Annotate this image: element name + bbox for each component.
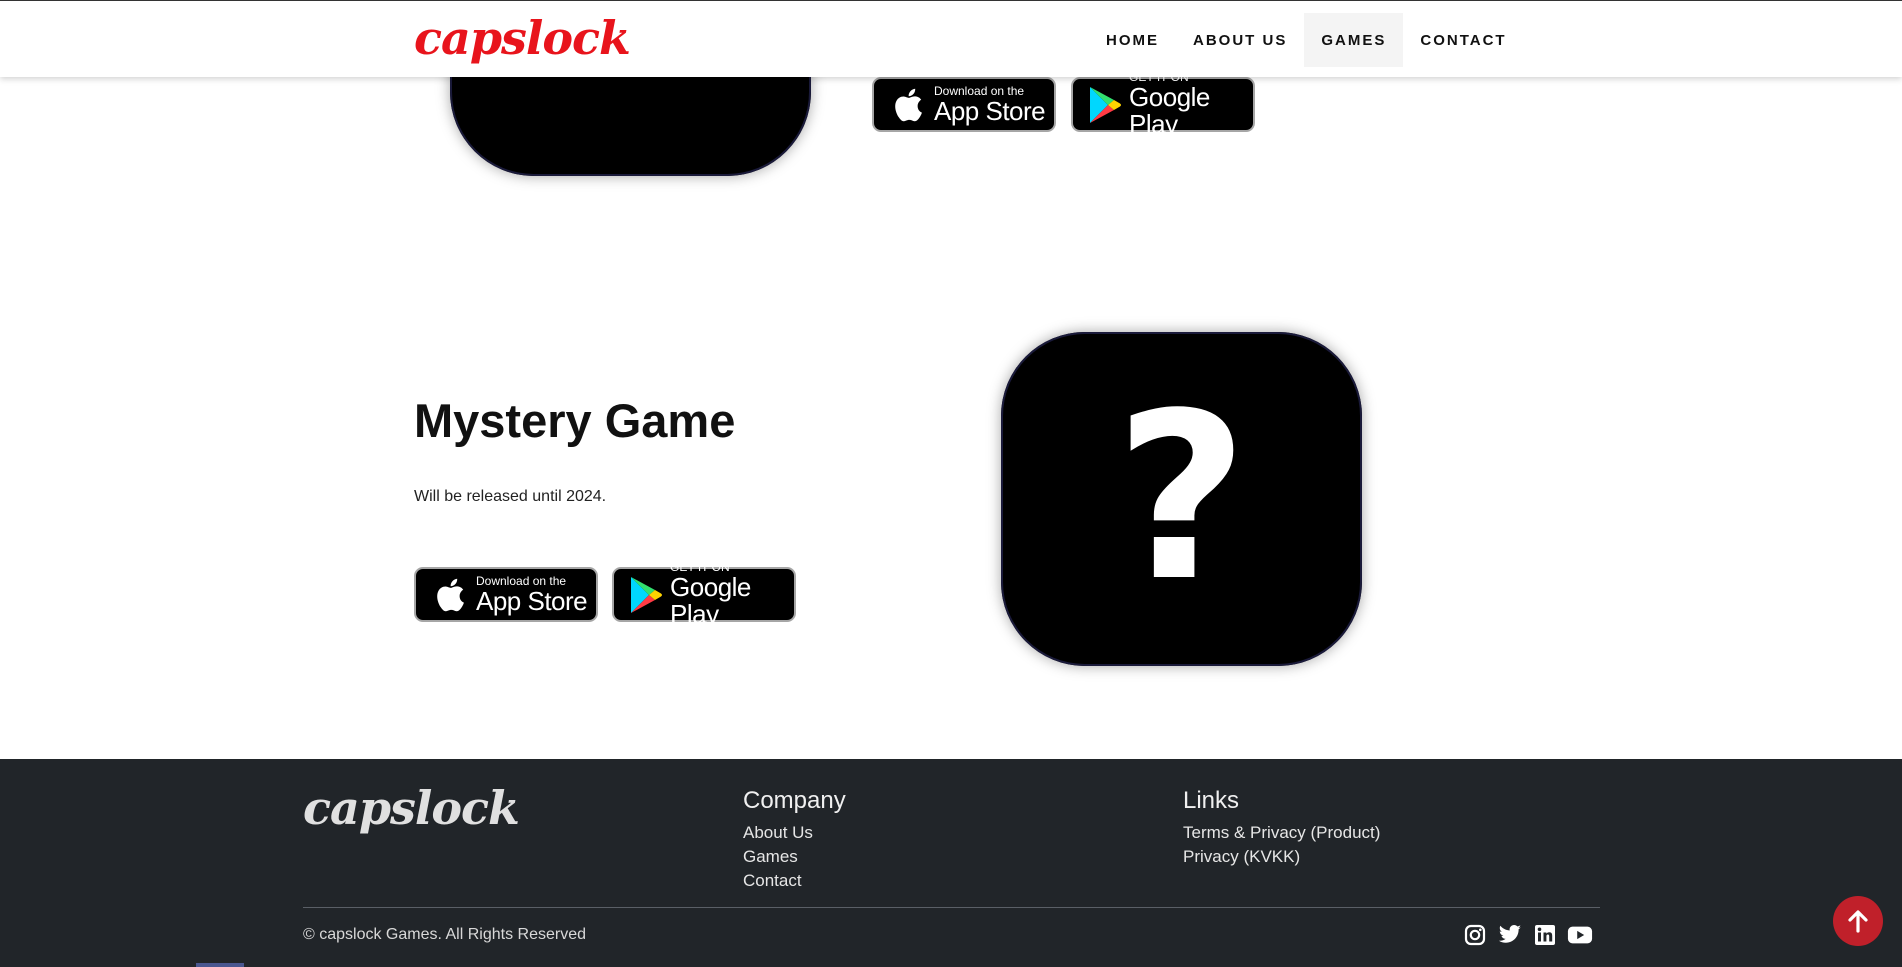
game-description: Will be released until 2024.: [414, 488, 607, 505]
nav-about-us[interactable]: ABOUT US: [1176, 13, 1304, 67]
footer-link-about-us[interactable]: About Us: [743, 821, 846, 845]
appstore-big-label: App Store: [934, 95, 1046, 126]
nav-menu: HOME ABOUT US GAMES CONTACT: [1089, 13, 1524, 67]
twitter-icon[interactable]: [1497, 922, 1523, 948]
arrow-up-icon: [1848, 910, 1868, 933]
youtube-icon[interactable]: [1567, 922, 1593, 948]
googleplay-big-label: Google Play: [1129, 82, 1210, 139]
footer-company-heading: Company: [743, 787, 846, 814]
appstore-big-label: App Store: [476, 585, 588, 616]
nav-games[interactable]: GAMES: [1304, 13, 1404, 67]
linkedin-icon[interactable]: [1532, 922, 1558, 948]
copyright-text: © capslock Games. All Rights Reserved: [303, 926, 587, 943]
scroll-to-top-button[interactable]: [1833, 896, 1883, 946]
footer-logo[interactable]: capslock: [303, 781, 520, 835]
footer-divider: [303, 907, 1600, 908]
footer-link-terms-privacy[interactable]: Terms & Privacy (Product): [1183, 821, 1380, 845]
mystery-game-icon: ?: [1001, 332, 1362, 666]
footer-links-column: Links Terms & Privacy (Product) Privacy …: [1183, 787, 1380, 869]
googleplay-big-label: Google Play: [670, 572, 751, 629]
footer: capslock Company About Us Games Contact …: [0, 759, 1902, 967]
navbar: capslock HOME ABOUT US GAMES CONTACT: [0, 0, 1902, 77]
corner-accent: [196, 963, 244, 967]
question-mark-glyph: ?: [1114, 365, 1249, 632]
nav-contact[interactable]: CONTACT: [1403, 13, 1523, 67]
footer-company-column: Company About Us Games Contact: [743, 787, 846, 893]
footer-link-games[interactable]: Games: [743, 845, 846, 869]
apple-icon: [428, 572, 472, 618]
instagram-icon[interactable]: [1462, 922, 1488, 948]
previous-googleplay-button[interactable]: GET IT ON Google Play: [1071, 71, 1255, 138]
previous-appstore-button[interactable]: Download on the App Store: [872, 77, 1056, 132]
nav-home[interactable]: HOME: [1089, 13, 1176, 67]
brand-logo[interactable]: capslock: [414, 11, 631, 65]
game-title: Mystery Game: [414, 394, 736, 447]
appstore-button[interactable]: Download on the App Store: [414, 567, 598, 622]
social-links: [1462, 922, 1593, 948]
google-play-icon: [626, 572, 666, 618]
footer-link-contact[interactable]: Contact: [743, 869, 846, 893]
footer-links-heading: Links: [1183, 787, 1240, 814]
googleplay-button[interactable]: GET IT ON Google Play: [612, 561, 796, 628]
footer-link-privacy-kvkk[interactable]: Privacy (KVKK): [1183, 845, 1380, 869]
apple-icon: [886, 82, 930, 128]
google-play-icon: [1085, 82, 1125, 128]
